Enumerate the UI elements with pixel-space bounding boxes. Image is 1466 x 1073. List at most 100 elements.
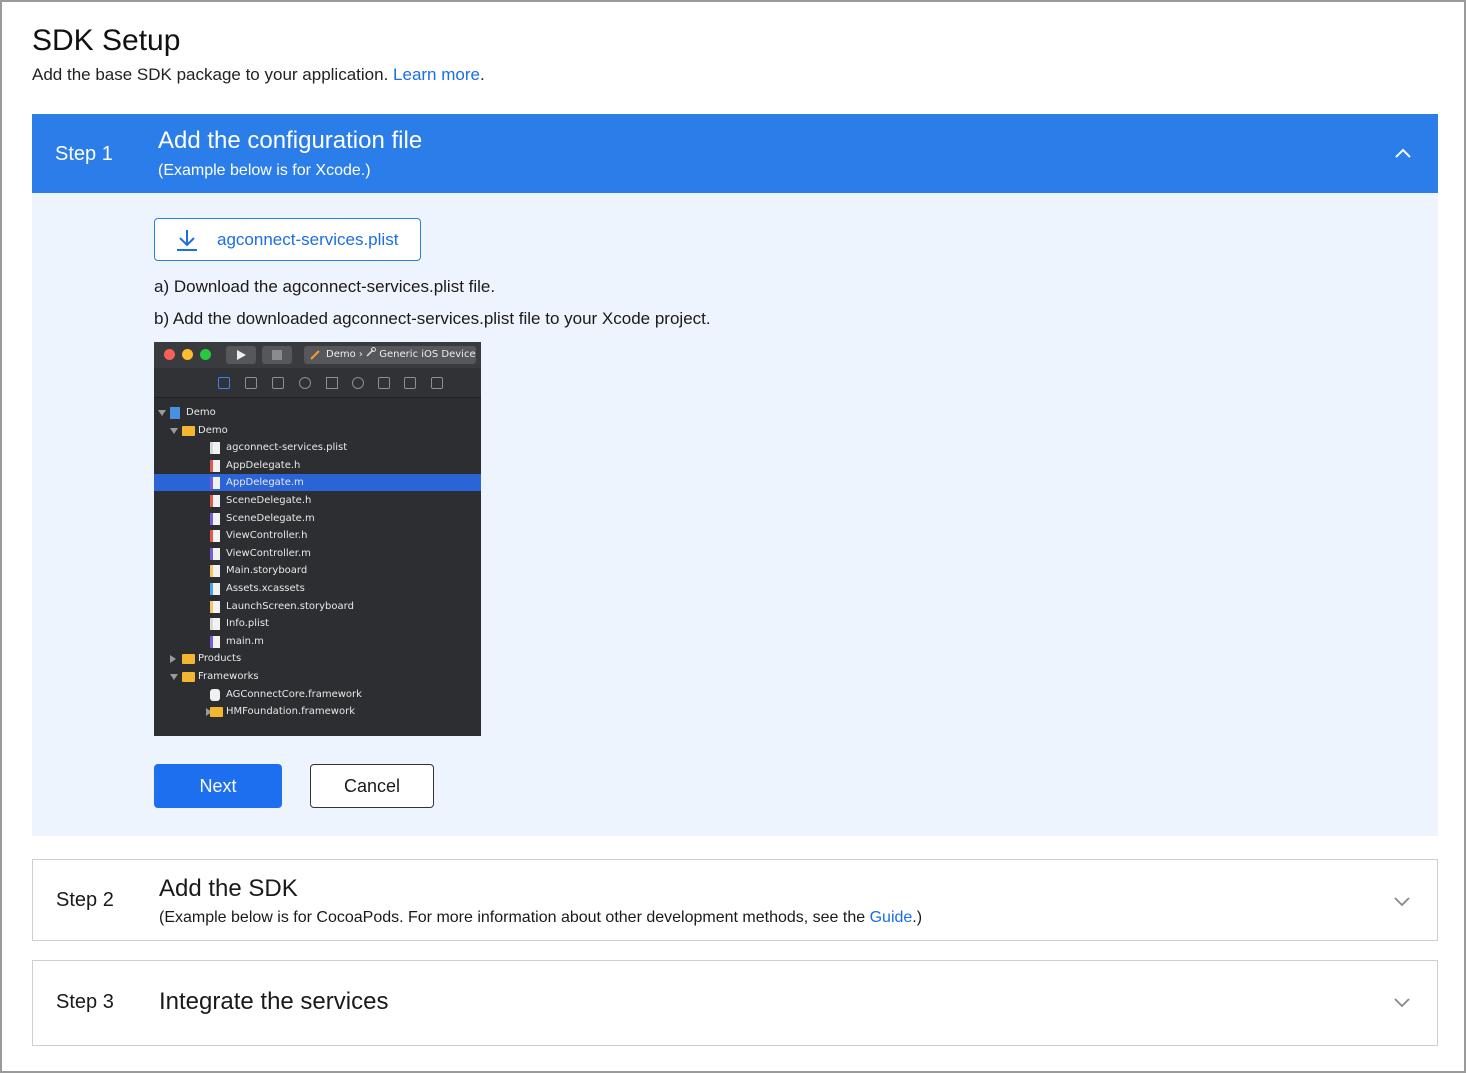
disclosure-open-icon — [158, 410, 166, 416]
page-subtitle: Add the base SDK package to your applica… — [32, 65, 485, 85]
file-tree-item: ViewController.m — [154, 545, 481, 562]
file-tree-label: Info.plist — [226, 618, 269, 630]
file-tree-label: HMFoundation.framework — [226, 706, 355, 718]
scheme-selector: Demo › Generic iOS Device — [304, 346, 476, 364]
file-tree-label: Assets.xcassets — [226, 583, 305, 594]
file-tree-label: LaunchScreen.storyboard — [226, 600, 354, 612]
test-navigator-icon — [352, 377, 364, 389]
chevron-down-icon[interactable] — [1393, 993, 1411, 1011]
step-1-panel: Step 1 Add the configuration file (Examp… — [32, 114, 1438, 193]
disclosure-closed-icon — [170, 655, 176, 664]
file-icon — [210, 547, 220, 560]
disclosure-open-icon — [170, 427, 178, 434]
file-icon — [210, 635, 220, 648]
file-icon — [210, 565, 220, 578]
file-tree-item: AppDelegate.h — [154, 457, 481, 474]
file-tree-item: SceneDelegate.m — [154, 510, 481, 527]
file-tree-label: main.m — [226, 635, 264, 647]
step-2-panel[interactable]: Step 2 Add the SDK (Example below is for… — [32, 859, 1438, 941]
learn-more-link[interactable]: Learn more — [393, 65, 480, 84]
close-dot-icon — [164, 349, 175, 360]
step-1-title: Add the configuration file — [158, 127, 423, 154]
file-tree-item: Demo — [154, 422, 481, 439]
framework-icon — [210, 688, 220, 701]
file-tree-label: Products — [198, 653, 242, 665]
scheme-name: Demo — [326, 349, 356, 360]
file-tree-label: AGConnectCore.framework — [226, 688, 362, 700]
file-tree-label: ViewController.h — [226, 530, 308, 542]
find-navigator-icon — [299, 377, 311, 389]
breakpoint-navigator-icon — [404, 377, 416, 389]
step-2-desc: (Example below is for CocoaPods. For mor… — [159, 909, 922, 927]
file-tree-label: Frameworks — [198, 671, 259, 682]
run-button — [226, 346, 256, 364]
folder-icon — [210, 707, 223, 718]
step-1-number: Step 1 — [55, 143, 113, 165]
file-tree-item: Assets.xcassets — [154, 580, 481, 597]
file-tree-item: AGConnectCore.framework — [154, 686, 481, 703]
file-icon — [210, 530, 220, 543]
guide-link[interactable]: Guide — [870, 909, 913, 926]
stop-icon — [272, 350, 282, 360]
instruction-b: b) Add the downloaded agconnect-services… — [154, 309, 711, 328]
file-icon — [210, 459, 220, 472]
file-tree-item: SceneDelegate.h — [154, 492, 481, 509]
device-name: Generic iOS Device — [379, 349, 476, 360]
report-navigator-icon — [431, 377, 443, 389]
device-icon — [366, 347, 377, 357]
play-icon — [237, 350, 246, 360]
file-icon — [210, 600, 220, 613]
hammer-icon — [310, 350, 320, 360]
file-tree-item: LaunchScreen.storyboard — [154, 598, 481, 615]
file-tree-label: AppDelegate.h — [226, 459, 301, 471]
chevron-up-icon[interactable] — [1394, 145, 1412, 163]
cancel-button[interactable]: Cancel — [310, 764, 434, 808]
file-tree-label: Demo — [198, 424, 228, 436]
file-tree-item: agconnect-services.plist — [154, 439, 481, 456]
project-navigator-icon — [218, 377, 230, 389]
step-3-panel[interactable]: Step 3 Integrate the services — [32, 960, 1438, 1046]
download-plist-button[interactable]: agconnect-services.plist — [154, 218, 421, 261]
file-tree-item: Products — [154, 650, 481, 667]
project-icon — [170, 407, 180, 419]
next-button[interactable]: Next — [154, 764, 282, 808]
step-2-number: Step 2 — [56, 889, 114, 911]
file-tree-label: ViewController.m — [226, 547, 311, 559]
navigator-toolbar — [154, 368, 481, 398]
file-tree-item: Demo — [154, 404, 481, 421]
scheme-separator: › — [358, 349, 363, 360]
file-icon — [210, 442, 220, 455]
file-tree-item: Frameworks — [154, 668, 481, 685]
step-3-title: Integrate the services — [159, 988, 389, 1015]
file-tree-label: agconnect-services.plist — [226, 442, 348, 454]
file-tree-item: ViewController.h — [154, 527, 481, 544]
step-3-number: Step 3 — [56, 991, 114, 1013]
step-1-desc: (Example below is for Xcode.) — [158, 162, 371, 179]
page-title: SDK Setup — [32, 24, 181, 57]
file-tree-item: HMFoundation.framework — [154, 703, 481, 720]
file-icon — [210, 477, 220, 490]
step-1-header[interactable]: Step 1 Add the configuration file (Examp… — [32, 114, 1438, 193]
download-plist-label: agconnect-services.plist — [217, 230, 399, 249]
sdk-setup-page: SDK Setup Add the base SDK package to yo… — [0, 0, 1466, 1073]
file-tree-label: Main.storyboard — [226, 565, 308, 577]
xcode-screenshot: Demo › Generic iOS Device Demo Demo agconn… — [154, 342, 481, 736]
file-icon — [210, 618, 220, 631]
file-tree-label: SceneDelegate.h — [226, 495, 312, 506]
symbol-navigator-icon — [272, 377, 284, 389]
file-tree-label: Demo — [186, 407, 216, 418]
source-control-icon — [245, 377, 257, 389]
file-icon — [210, 583, 220, 595]
file-tree-item: AppDelegate.m — [154, 474, 481, 492]
file-tree-label: SceneDelegate.m — [226, 512, 315, 524]
file-tree-item: Info.plist — [154, 615, 481, 632]
chevron-down-icon[interactable] — [1393, 892, 1411, 910]
stop-button — [262, 346, 292, 364]
minimize-dot-icon — [182, 349, 193, 360]
step-2-desc-prefix: (Example below is for CocoaPods. For mor… — [159, 909, 870, 926]
zoom-dot-icon — [200, 349, 211, 360]
step-2-desc-suffix: .) — [912, 909, 923, 926]
step-1-body: agconnect-services.plist a) Download the… — [32, 193, 1438, 836]
subtitle-text: Add the base SDK package to your applica… — [32, 65, 389, 84]
subtitle-end: . — [479, 65, 485, 84]
